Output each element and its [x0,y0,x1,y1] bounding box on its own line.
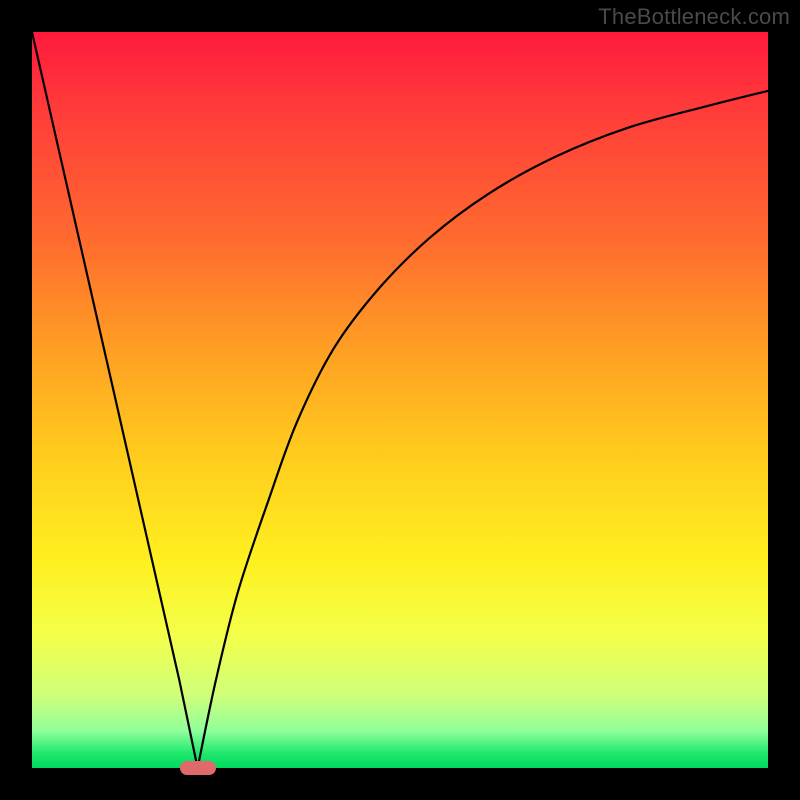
plot-area [32,32,768,768]
minimum-marker [180,761,216,775]
watermark-label: TheBottleneck.com [598,4,790,30]
chart-frame: TheBottleneck.com [0,0,800,800]
